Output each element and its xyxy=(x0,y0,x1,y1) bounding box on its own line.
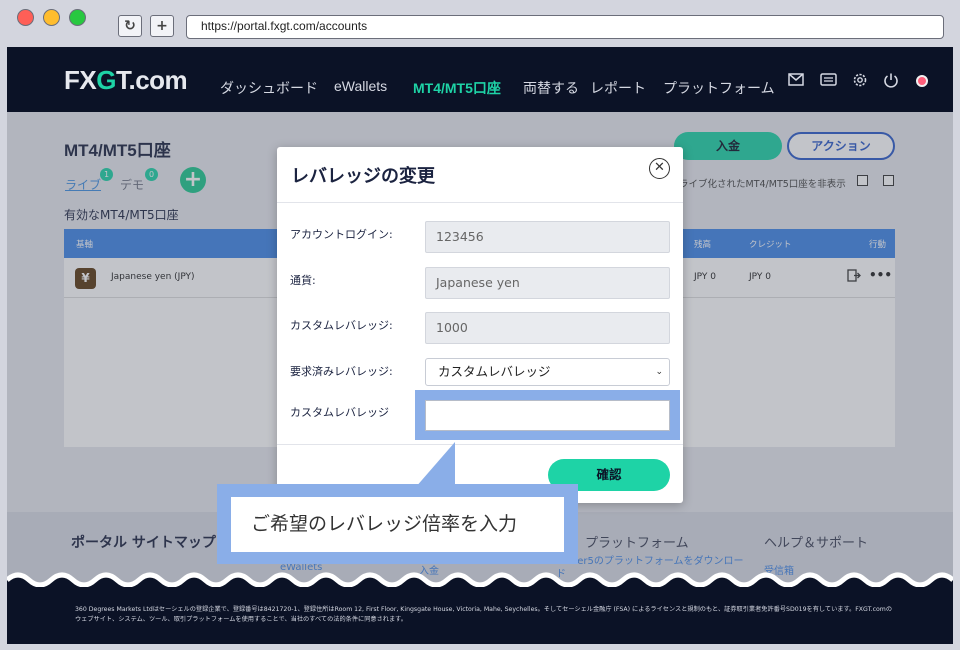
logo-fx: FX xyxy=(64,65,97,95)
chevron-down-icon: ⌄ xyxy=(655,367,663,377)
callout-pointer xyxy=(415,442,455,488)
gear-icon[interactable] xyxy=(851,72,869,90)
footer-legal: 360 Degrees Markets Ltdはセーシェルの登録企業で、登録番号… xyxy=(7,587,953,644)
logo-g: G xyxy=(96,65,116,95)
account-login-field: 123456 xyxy=(425,221,670,253)
logo-rest: T.com xyxy=(115,65,188,95)
account-login-label: アカウントログイン: xyxy=(290,228,393,241)
minimize-window-button[interactable] xyxy=(43,9,60,26)
currency-label: 通貨: xyxy=(290,274,316,287)
modal-title: レバレッジの変更 xyxy=(291,166,435,187)
close-icon[interactable]: ✕ xyxy=(649,158,670,179)
browser-chrome: ↻ + https://portal.fxgt.com/accounts xyxy=(0,0,960,47)
url-bar[interactable]: https://portal.fxgt.com/accounts xyxy=(186,15,944,39)
custom-leverage-current-field: 1000 xyxy=(425,312,670,344)
nav-platforms[interactable]: プラットフォーム xyxy=(663,78,775,98)
requested-leverage-value: カスタムレバレッジ xyxy=(438,364,551,379)
nav-dashboard[interactable]: ダッシュボード xyxy=(220,78,318,98)
requested-leverage-select[interactable]: カスタムレバレッジ ⌄ xyxy=(425,358,670,386)
modal-footer-divider xyxy=(277,444,683,445)
nav-ewallets[interactable]: eWallets xyxy=(334,78,387,94)
power-icon[interactable] xyxy=(882,72,900,90)
mail-icon[interactable] xyxy=(787,72,805,90)
nav-exchange[interactable]: 両替する xyxy=(523,78,579,98)
new-tab-button[interactable]: + xyxy=(150,15,174,37)
requested-leverage-label: 要求済みレバレッジ: xyxy=(290,365,393,378)
maximize-window-button[interactable] xyxy=(69,9,86,26)
fxgt-logo[interactable]: FXGT.com xyxy=(64,65,188,96)
currency-field: Japanese yen xyxy=(425,267,670,299)
close-window-button[interactable] xyxy=(17,9,34,26)
callout-text: ご希望のレバレッジ倍率を入力 xyxy=(231,497,564,552)
custom-leverage-label: カスタムレバレッジ xyxy=(290,406,389,419)
top-nav: FXGT.com ダッシュボード eWallets MT4/MT5口座 両替する… xyxy=(7,47,953,112)
nav-mt4-mt5[interactable]: MT4/MT5口座 xyxy=(413,78,501,98)
modal-divider xyxy=(277,202,683,203)
leverage-modal: レバレッジの変更 ✕ アカウントログイン: 123456 通貨: Japanes… xyxy=(277,147,683,503)
browser-window: ↻ + https://portal.fxgt.com/accounts FXG… xyxy=(0,0,960,650)
custom-leverage-input[interactable] xyxy=(425,400,670,431)
custom-leverage-current-label: カスタムレバレッジ: xyxy=(290,319,393,332)
reload-icon[interactable]: ↻ xyxy=(118,15,142,37)
nav-reports[interactable]: レポート xyxy=(590,78,646,98)
legal-text: 360 Degrees Markets Ltdはセーシェルの登録企業で、登録番号… xyxy=(75,606,893,623)
ticket-icon[interactable] xyxy=(819,72,837,90)
instruction-callout: ご希望のレバレッジ倍率を入力 xyxy=(217,484,578,564)
record-icon[interactable] xyxy=(916,75,928,87)
